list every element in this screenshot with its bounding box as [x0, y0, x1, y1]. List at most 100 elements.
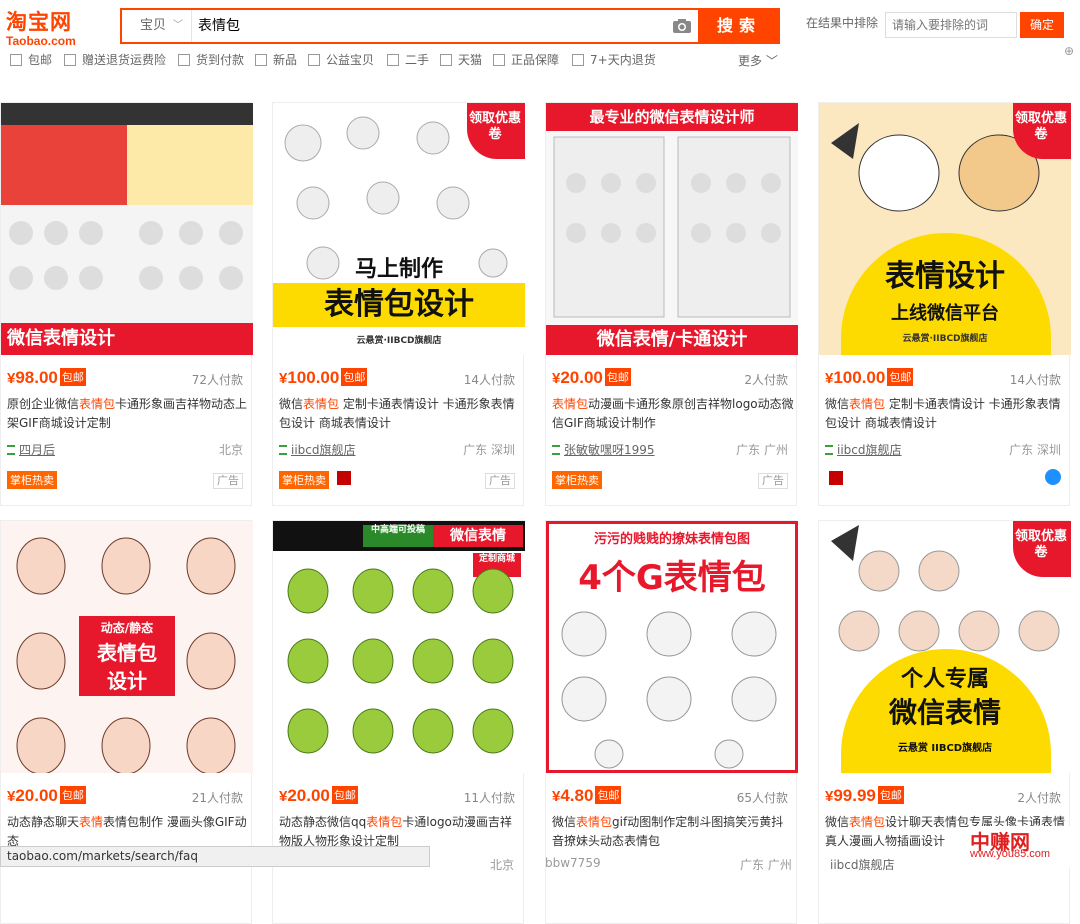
shop-icon	[552, 445, 560, 455]
more-filters-button[interactable]: 更多 ﹀	[738, 52, 778, 69]
product-image[interactable]: 领取优惠卷 马上制作 表情包设计 云悬赏·IIBCD旗舰店	[273, 103, 525, 355]
product-image[interactable]: 微信表情设计	[1, 103, 253, 355]
watermark-url: www.you85.com	[970, 848, 1051, 860]
checkbox-icon[interactable]	[64, 54, 76, 66]
shop-link[interactable]: 张敏敏嘿呀1995	[552, 441, 655, 458]
product-banner: 表情包	[97, 641, 157, 665]
product-banner: 微信表情设计	[1, 323, 253, 355]
coupon-text: 领取优惠卷	[1015, 111, 1068, 142]
tmall-icon	[337, 471, 351, 485]
filter-item[interactable]: 正品保障	[493, 52, 559, 68]
search-button[interactable]: 搜索	[698, 8, 780, 44]
product-image[interactable]: 领取优惠卷 个人专属 微信表情 云悬赏 IIBCD旗舰店	[819, 521, 1071, 773]
location: 广东 深圳	[1009, 443, 1061, 457]
header: 淘宝网 Taobao.com 宝贝﹀ 表情包 搜索 在结果中排除 确定 ⊕	[0, 0, 1080, 58]
product-card[interactable]: 领取优惠卷 马上制作 表情包设计 云悬赏·IIBCD旗舰店 ¥100.00 包邮 …	[272, 102, 525, 506]
product-subtitle: 个人专属	[900, 667, 989, 692]
exclude-confirm-button[interactable]: 确定	[1020, 12, 1064, 38]
ad-label: 广告	[213, 473, 243, 489]
product-title[interactable]: 微信表情包 定制卡通表情设计 卡通形象表情包设计 商城表情设计	[279, 395, 521, 435]
shop-icon	[7, 445, 15, 455]
product-banner: 微信表情	[433, 525, 523, 547]
filter-item[interactable]: 二手	[387, 52, 429, 68]
emoji-grid-icon	[287, 568, 514, 754]
product-title[interactable]: 表情包动漫画卡通形象原创吉祥物logo动态微信GIF商城设计制作	[552, 395, 794, 435]
product-title[interactable]: 原创企业微信表情包卡通形象画吉祥物动态上架GIF商城设计定制	[7, 395, 249, 435]
product-image[interactable]: 动态/静态 表情包 设计	[1, 521, 253, 773]
search-input[interactable]: 表情包	[198, 10, 678, 42]
product-image[interactable]: 污污的贱贱的撩妹表情包图 4个G表情包	[546, 521, 798, 773]
checkbox-icon[interactable]	[572, 54, 584, 66]
product-subtitle: 马上制作	[354, 257, 443, 282]
product-image[interactable]: 领取优惠卷 表情设计 上线微信平台 云悬赏·IIBCD旗舰店	[819, 103, 1071, 355]
checkbox-icon[interactable]	[308, 54, 320, 66]
product-price: ¥100.00 包邮	[279, 368, 368, 387]
checkbox-icon[interactable]	[440, 54, 452, 66]
product-image[interactable]: 最专业的微信表情设计师 微信表情/卡通设计	[546, 103, 798, 355]
free-shipping-badge: 包邮	[604, 368, 631, 386]
product-card[interactable]: 最专业的微信表情设计师 微信表情/卡通设计 ¥20.00 包邮 2人付款 表情包动…	[545, 102, 798, 506]
filter-item[interactable]: 7+天内退货	[572, 52, 656, 68]
sales-count: 2人付款	[744, 373, 788, 387]
product-subtitle: 污污的贱贱的撩妹表情包图	[593, 532, 750, 547]
checkbox-icon[interactable]	[10, 54, 22, 66]
shop-link[interactable]: iibcd旗舰店	[825, 441, 902, 458]
product-banner: 微信表情	[888, 696, 1001, 729]
exclude-label: 在结果中排除	[806, 16, 879, 30]
shop-link[interactable]: 四月后	[7, 441, 55, 458]
product-price: ¥100.00 包邮	[825, 368, 914, 387]
logo-en: Taobao.com	[6, 34, 76, 48]
product-subtitle: 上线微信平台	[891, 303, 999, 324]
filter-item[interactable]: 包邮	[10, 52, 52, 68]
product-card[interactable]: 微信表情设计 ¥98.00 包邮 72人付款 原创企业微信表情包卡通形象画吉祥物动…	[0, 102, 253, 506]
shop-link[interactable]: iibcd旗舰店	[279, 441, 356, 458]
ad-label: 广告	[758, 473, 788, 489]
tmall-icon	[829, 471, 843, 485]
hot-tag: 掌柜热卖	[279, 471, 329, 489]
chevron-down-icon: ﹀	[173, 20, 183, 31]
location: 北京	[490, 858, 515, 872]
filter-item[interactable]: 货到付款	[178, 52, 244, 68]
filter-item[interactable]: 天猫	[440, 52, 482, 68]
free-shipping-badge: 包邮	[59, 368, 86, 386]
coupon-text: 领取优惠卷	[1015, 529, 1068, 560]
product-title[interactable]: 微信表情包 定制卡通表情设计 卡通形象表情包设计 商城表情设计	[825, 395, 1067, 435]
filter-item[interactable]: 赠送退货运费险	[64, 52, 166, 68]
product-subtitle: 最专业的微信表情设计师	[546, 103, 798, 131]
free-shipping-badge: 包邮	[59, 786, 86, 804]
sales-count: 11人付款	[463, 791, 515, 805]
status-url: taobao.com/markets/search/faq	[0, 846, 430, 867]
checkbox-icon[interactable]	[387, 54, 399, 66]
shop-link[interactable]: iibcd旗舰店	[830, 856, 895, 873]
location: 广东 广州	[740, 858, 792, 872]
product-image[interactable]: 中高端可投稿 微信表情 定制商城	[273, 521, 525, 773]
product-caption: 云悬赏·IIBCD旗舰店	[356, 336, 442, 346]
product-price: ¥99.99 包邮	[825, 786, 904, 805]
product-title[interactable]: 微信表情包gif动图制作定制斗图搞笑污黄抖音撩妹头动态表情包	[552, 813, 794, 853]
wangwang-icon[interactable]	[1045, 469, 1061, 485]
checkbox-icon[interactable]	[255, 54, 267, 66]
search-type-select[interactable]: 宝贝 ﹀	[122, 10, 192, 42]
camera-icon[interactable]	[672, 18, 692, 34]
checkbox-icon[interactable]	[493, 54, 505, 66]
filter-item[interactable]: 新品	[255, 52, 297, 68]
sales-count: 14人付款	[463, 373, 515, 387]
product-subtitle: 动态/静态	[100, 621, 154, 635]
shop-icon	[279, 445, 287, 455]
product-banner: 微信表情/卡通设计	[546, 325, 798, 355]
product-card[interactable]: 领取优惠卷 表情设计 上线微信平台 云悬赏·IIBCD旗舰店 ¥100.00 包邮…	[818, 102, 1071, 506]
watermark: 中赚网 www.you85.com	[970, 826, 1080, 867]
shop-link[interactable]: bbw7759	[545, 856, 601, 870]
emoji-grid-icon	[9, 221, 243, 290]
product-subtitle: 中高端可投稿	[363, 525, 433, 547]
product-caption: 设计	[107, 669, 147, 693]
sales-count: 2人付款	[1017, 791, 1061, 805]
coupon-text: 领取优惠卷	[469, 111, 522, 142]
exclude-input[interactable]	[885, 12, 1017, 38]
product-banner: 4个G表情包	[578, 558, 766, 598]
taobao-logo[interactable]: 淘宝网 Taobao.com	[6, 6, 116, 48]
product-caption: 云悬赏·IIBCD旗舰店	[902, 334, 988, 344]
search-type-label: 宝贝	[140, 18, 167, 33]
filter-item[interactable]: 公益宝贝	[308, 52, 374, 68]
checkbox-icon[interactable]	[178, 54, 190, 66]
